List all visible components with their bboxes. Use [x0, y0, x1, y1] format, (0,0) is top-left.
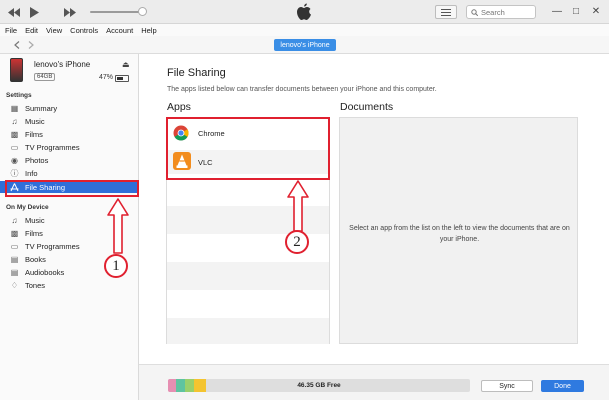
sidebar-item-label: Music — [25, 116, 45, 126]
film-icon: ▩ — [10, 228, 19, 238]
film-icon: ▩ — [10, 129, 19, 139]
sidebar-item-label: TV Programmes — [25, 241, 80, 251]
storage-bar: 46.35 GB Free — [168, 379, 470, 392]
up-next-list-button[interactable] — [435, 5, 457, 19]
sidebar-item-films[interactable]: ▩ Films — [0, 128, 139, 140]
sidebar-item-music[interactable]: ♫ Music — [0, 115, 139, 127]
rewind-icon[interactable] — [7, 5, 21, 19]
device-capacity: 64GB — [34, 73, 56, 81]
music-note-icon: ♫ — [11, 215, 18, 225]
battery-percent: 47% — [99, 74, 114, 81]
sidebar-item-photos[interactable]: ◉ Photos — [0, 154, 139, 166]
storage-free-label: 46.35 GB Free — [297, 382, 341, 389]
sync-button[interactable]: Sync — [481, 380, 533, 392]
tv-icon: ▭ — [10, 142, 19, 152]
music-note-icon: ♫ — [11, 116, 18, 126]
info-icon: ⓘ — [10, 168, 19, 178]
volume-slider-knob[interactable] — [138, 7, 147, 16]
documents-header: Documents — [340, 101, 394, 113]
menu-file[interactable]: File — [5, 26, 17, 35]
sidebar-item-label: Tones — [25, 280, 46, 290]
sidebar-item-info[interactable]: ⓘ Info — [0, 167, 139, 179]
navigation-bar: lenovo's iPhone — [0, 36, 609, 54]
battery-icon — [115, 75, 129, 82]
search-input[interactable] — [481, 7, 531, 17]
summary-icon: ▦ — [10, 103, 19, 113]
menu-help[interactable]: Help — [141, 26, 156, 35]
list-stripe — [167, 318, 329, 344]
list-stripe — [167, 262, 329, 290]
documents-pane: Select an app from the list on the left … — [339, 117, 578, 344]
search-box[interactable] — [466, 5, 536, 19]
sidebar-item-label: Photos — [25, 155, 49, 165]
close-icon[interactable]: ✕ — [589, 4, 603, 18]
device-button[interactable]: lenovo's iPhone — [274, 39, 336, 51]
title-bar: — □ ✕ — [0, 0, 609, 24]
step-1-badge: 1 — [104, 254, 128, 278]
highlight-box-file-sharing — [5, 180, 139, 197]
sidebar-item-label: Summary — [25, 103, 58, 113]
sidebar-item-device-tones[interactable]: ♢ Tones — [0, 279, 139, 291]
book-icon: ▤ — [10, 254, 19, 264]
arrow-up-icon — [107, 198, 129, 254]
sidebar-item-label: Audiobooks — [25, 267, 65, 277]
apple-logo-icon — [296, 3, 312, 21]
play-icon[interactable] — [27, 5, 41, 19]
apps-header: Apps — [167, 101, 191, 113]
fast-forward-icon[interactable] — [63, 5, 77, 19]
sidebar-item-label: TV Programmes — [25, 142, 80, 152]
camera-icon: ◉ — [11, 155, 18, 165]
search-icon — [471, 8, 478, 16]
settings-header: Settings — [6, 92, 32, 99]
menu-edit[interactable]: Edit — [25, 26, 38, 35]
tv-icon: ▭ — [10, 241, 19, 251]
sidebar-item-label: Info — [25, 168, 38, 178]
forward-chevron-icon[interactable] — [25, 39, 37, 51]
list-icon — [441, 8, 451, 16]
page-subtitle: The apps listed below can transfer docum… — [167, 86, 437, 93]
bell-icon: ♢ — [10, 280, 19, 290]
done-button[interactable]: Done — [541, 380, 584, 392]
volume-slider[interactable] — [90, 11, 142, 13]
sidebar-item-label: Music — [25, 215, 45, 225]
arrow-up-icon — [287, 180, 309, 232]
menu-controls[interactable]: Controls — [70, 26, 98, 35]
sidebar-item-label: Films — [25, 129, 43, 139]
menu-bar: File Edit View Controls Account Help — [0, 24, 609, 36]
minimize-icon[interactable]: — — [550, 4, 564, 18]
eject-icon[interactable]: ⏏ — [122, 60, 130, 69]
menu-view[interactable]: View — [46, 26, 62, 35]
step-2-badge: 2 — [285, 230, 309, 254]
audiobook-icon: ▤ — [10, 267, 19, 277]
sidebar-item-tv-programmes[interactable]: ▭ TV Programmes — [0, 141, 139, 153]
page-title: File Sharing — [167, 67, 226, 79]
sidebar-item-label: Books — [25, 254, 46, 264]
on-my-device-header: On My Device — [6, 204, 49, 211]
maximize-icon[interactable]: □ — [569, 4, 583, 18]
highlight-box-apps — [166, 117, 330, 180]
back-chevron-icon[interactable] — [11, 39, 23, 51]
device-name: lenovo's iPhone — [34, 60, 91, 69]
menu-account[interactable]: Account — [106, 26, 133, 35]
sidebar-item-label: Films — [25, 228, 43, 238]
sidebar-item-summary[interactable]: ▦ Summary — [0, 102, 139, 114]
documents-empty-message: Select an app from the list on the left … — [349, 225, 570, 243]
iphone-icon — [10, 58, 23, 82]
